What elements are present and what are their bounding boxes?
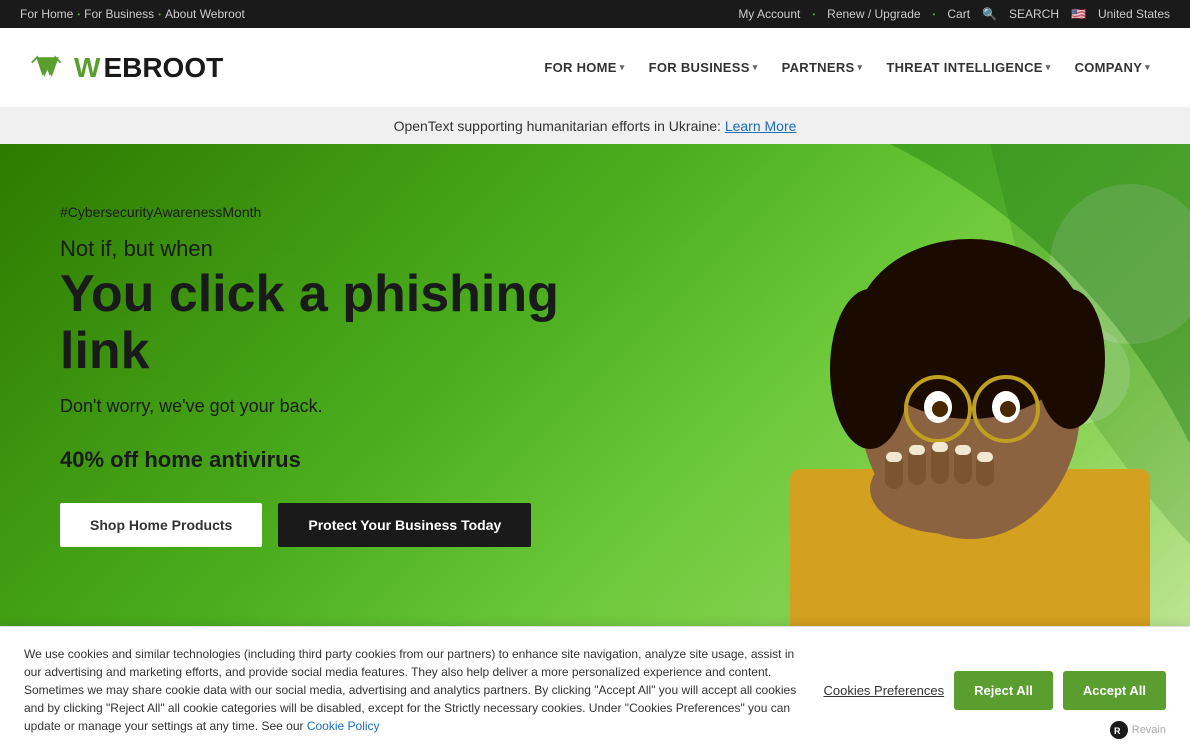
utility-link-account[interactable]: My Account <box>738 7 800 21</box>
cookie-buttons: Cookies Preferences Reject All Accept Al… <box>823 671 1166 710</box>
hero-hashtag: #CybersecurityAwarenessMonth <box>60 204 640 220</box>
dot-separator: • <box>158 10 161 19</box>
utility-link-home[interactable]: For Home <box>20 7 73 21</box>
announcement-link[interactable]: Learn More <box>725 118 797 134</box>
hero-content: #CybersecurityAwarenessMonth Not if, but… <box>60 204 640 547</box>
svg-text:R: R <box>1114 726 1121 736</box>
accept-all-button[interactable]: Accept All <box>1063 671 1166 710</box>
locale-label: United States <box>1098 7 1170 21</box>
chevron-down-icon: ▾ <box>753 62 758 73</box>
cookie-policy-link[interactable]: Cookie Policy <box>307 719 380 733</box>
announcement-bar: OpenText supporting humanitarian efforts… <box>0 108 1190 144</box>
nav-partners[interactable]: PARTNERS ▾ <box>772 50 873 85</box>
nav-threat-intelligence[interactable]: THREAT INTELLIGENCE ▾ <box>876 50 1060 85</box>
logo[interactable]: WEBROOT <box>30 50 223 86</box>
cookies-preferences-button[interactable]: Cookies Preferences <box>823 683 944 698</box>
utility-bar: For Home • For Business • About Webroot … <box>0 0 1190 28</box>
utility-link-business[interactable]: For Business <box>84 7 154 21</box>
utility-link-cart[interactable]: Cart <box>947 7 970 21</box>
hero-section: #CybersecurityAwarenessMonth Not if, but… <box>0 144 1190 689</box>
chevron-down-icon: ▾ <box>858 62 863 73</box>
main-nav: WEBROOT FOR HOME ▾ FOR BUSINESS ▾ PARTNE… <box>0 28 1190 108</box>
hero-tagline: Don't worry, we've got your back. <box>60 396 640 417</box>
dot-separator: • <box>77 10 80 19</box>
revain-logo: R Revain <box>1110 721 1166 739</box>
nav-company[interactable]: COMPANY ▾ <box>1065 50 1160 85</box>
utility-link-renew[interactable]: Renew / Upgrade <box>827 7 920 21</box>
hero-btn-shop[interactable]: Shop Home Products <box>60 503 262 547</box>
flag-icon: 🇺🇸 <box>1071 7 1086 21</box>
search-icon[interactable]: 🔍 <box>982 7 997 21</box>
logo-icon <box>30 50 66 86</box>
cookie-text-content: We use cookies and similar technologies … <box>24 647 796 733</box>
revain-icon: R <box>1110 721 1128 739</box>
cookie-banner: We use cookies and similar technologies … <box>0 626 1190 753</box>
logo-wordmark: WEBROOT <box>74 52 223 84</box>
reject-all-button[interactable]: Reject All <box>954 671 1053 710</box>
revain-label: Revain <box>1132 724 1166 736</box>
hero-title: You click a phishing link <box>60 266 640 380</box>
search-label: SEARCH <box>1009 7 1059 21</box>
announcement-text: OpenText supporting humanitarian efforts… <box>394 118 725 134</box>
nav-for-business[interactable]: FOR BUSINESS ▾ <box>639 50 768 85</box>
chevron-down-icon: ▾ <box>620 62 625 73</box>
hero-buttons: Shop Home Products Protect Your Business… <box>60 503 640 547</box>
hero-btn-business[interactable]: Protect Your Business Today <box>278 503 531 547</box>
utility-bar-right: My Account • Renew / Upgrade • Cart 🔍 SE… <box>738 7 1170 21</box>
chevron-down-icon: ▾ <box>1145 62 1150 73</box>
nav-for-home[interactable]: FOR HOME ▾ <box>534 50 634 85</box>
nav-links: FOR HOME ▾ FOR BUSINESS ▾ PARTNERS ▾ THR… <box>534 50 1160 85</box>
cookie-text: We use cookies and similar technologies … <box>24 645 803 735</box>
utility-bar-left: For Home • For Business • About Webroot <box>20 7 245 21</box>
hero-subtitle: Not if, but when <box>60 236 640 262</box>
hero-offer: 40% off home antivirus <box>60 447 640 473</box>
chevron-down-icon: ▾ <box>1046 62 1051 73</box>
dot-separator: • <box>933 10 936 19</box>
hero-person-image <box>690 169 1190 689</box>
utility-link-about[interactable]: About Webroot <box>165 7 245 21</box>
dot-separator: • <box>812 10 815 19</box>
